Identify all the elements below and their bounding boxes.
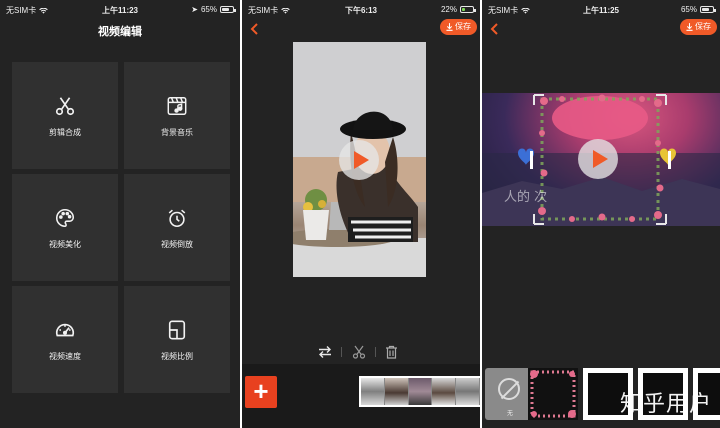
aspect-ratio-icon xyxy=(168,320,186,340)
status-bar: 无SIM卡 下午6:13 22% xyxy=(242,0,480,18)
play-button[interactable] xyxy=(339,140,379,180)
tile-video-ratio[interactable]: 视频比例 xyxy=(124,286,230,393)
video-preview[interactable] xyxy=(293,42,426,277)
divider xyxy=(341,347,343,357)
video-preview[interactable]: 人的 次 xyxy=(482,93,720,226)
save-button[interactable]: 保存 xyxy=(680,19,717,35)
video-edit-home-screen: 无SIM卡 上午11:23 ➤ 65% 视频编辑 剪辑合成 背景音乐 视频美化 视… xyxy=(0,0,240,428)
clip-thumbnail xyxy=(456,378,480,405)
clip-editor-screen: 无SIM卡 下午6:13 22% 保存 + xyxy=(242,0,480,428)
trash-icon[interactable] xyxy=(385,345,398,359)
add-clip-button[interactable]: + xyxy=(245,376,277,408)
battery-charging-icon xyxy=(460,6,476,13)
clip-thumbnail xyxy=(432,378,457,405)
alarm-clock-icon xyxy=(168,209,186,228)
clip-thumbnail xyxy=(384,378,409,405)
tile-cut-merge[interactable]: 剪辑合成 xyxy=(12,62,118,169)
tile-background-music[interactable]: 背景音乐 xyxy=(124,62,230,169)
clip-thumbnail xyxy=(361,378,385,405)
page-title: 视频编辑 xyxy=(98,26,142,38)
battery-percent: 65% xyxy=(680,5,697,14)
back-chevron-icon[interactable] xyxy=(488,22,502,36)
back-chevron-icon[interactable] xyxy=(248,22,262,36)
tile-label: 背景音乐 xyxy=(161,128,193,137)
frame-sticker-screen: 无SIM卡 上午11:25 65% 保存 人的 次 无 知乎用户 xyxy=(482,0,720,428)
download-icon xyxy=(686,23,693,31)
tile-label: 视频倒放 xyxy=(161,240,193,249)
tile-label: 剪辑合成 xyxy=(49,128,81,137)
swap-icon[interactable] xyxy=(318,345,332,359)
palette-icon xyxy=(56,208,75,228)
tile-video-beautify[interactable]: 视频美化 xyxy=(12,174,118,281)
video-caption-text: 人的 次 xyxy=(504,189,547,205)
edit-toolbar xyxy=(318,343,398,361)
tile-label: 视频速度 xyxy=(49,352,81,361)
save-button[interactable]: 保存 xyxy=(440,19,477,35)
divider xyxy=(374,347,376,357)
clip-thumbnail-strip[interactable] xyxy=(359,376,480,407)
save-label: 保存 xyxy=(455,22,471,31)
save-label: 保存 xyxy=(695,22,711,31)
scissors-icon xyxy=(55,97,75,116)
feature-grid: 剪辑合成 背景音乐 视频美化 视频倒放 视频速度 视频比例 xyxy=(12,62,230,393)
status-bar: 无SIM卡 上午11:23 ➤ 65% xyxy=(0,0,240,18)
battery-percent: 65% xyxy=(200,5,217,14)
tile-label: 视频美化 xyxy=(49,240,81,249)
tile-label: 视频比例 xyxy=(161,352,193,361)
tile-video-reverse[interactable]: 视频倒放 xyxy=(124,174,230,281)
frame-option[interactable] xyxy=(528,368,578,420)
play-button[interactable] xyxy=(578,139,618,179)
location-icon: ➤ xyxy=(191,5,198,14)
watermark: 知乎用户 xyxy=(619,391,712,416)
no-entry-icon xyxy=(498,378,520,400)
status-bar: 无SIM卡 上午11:25 65% xyxy=(482,0,720,18)
tile-video-speed[interactable]: 视频速度 xyxy=(12,286,118,393)
speedometer-icon xyxy=(55,323,75,337)
clip-thumbnail xyxy=(408,378,433,405)
floral-frame-thumbnail xyxy=(530,370,576,418)
music-clapper-icon xyxy=(167,97,187,115)
battery-icon xyxy=(700,6,716,13)
scissors-icon[interactable] xyxy=(352,345,366,359)
battery-percent: 22% xyxy=(440,5,457,14)
battery-icon xyxy=(220,6,236,13)
download-icon xyxy=(446,23,453,31)
